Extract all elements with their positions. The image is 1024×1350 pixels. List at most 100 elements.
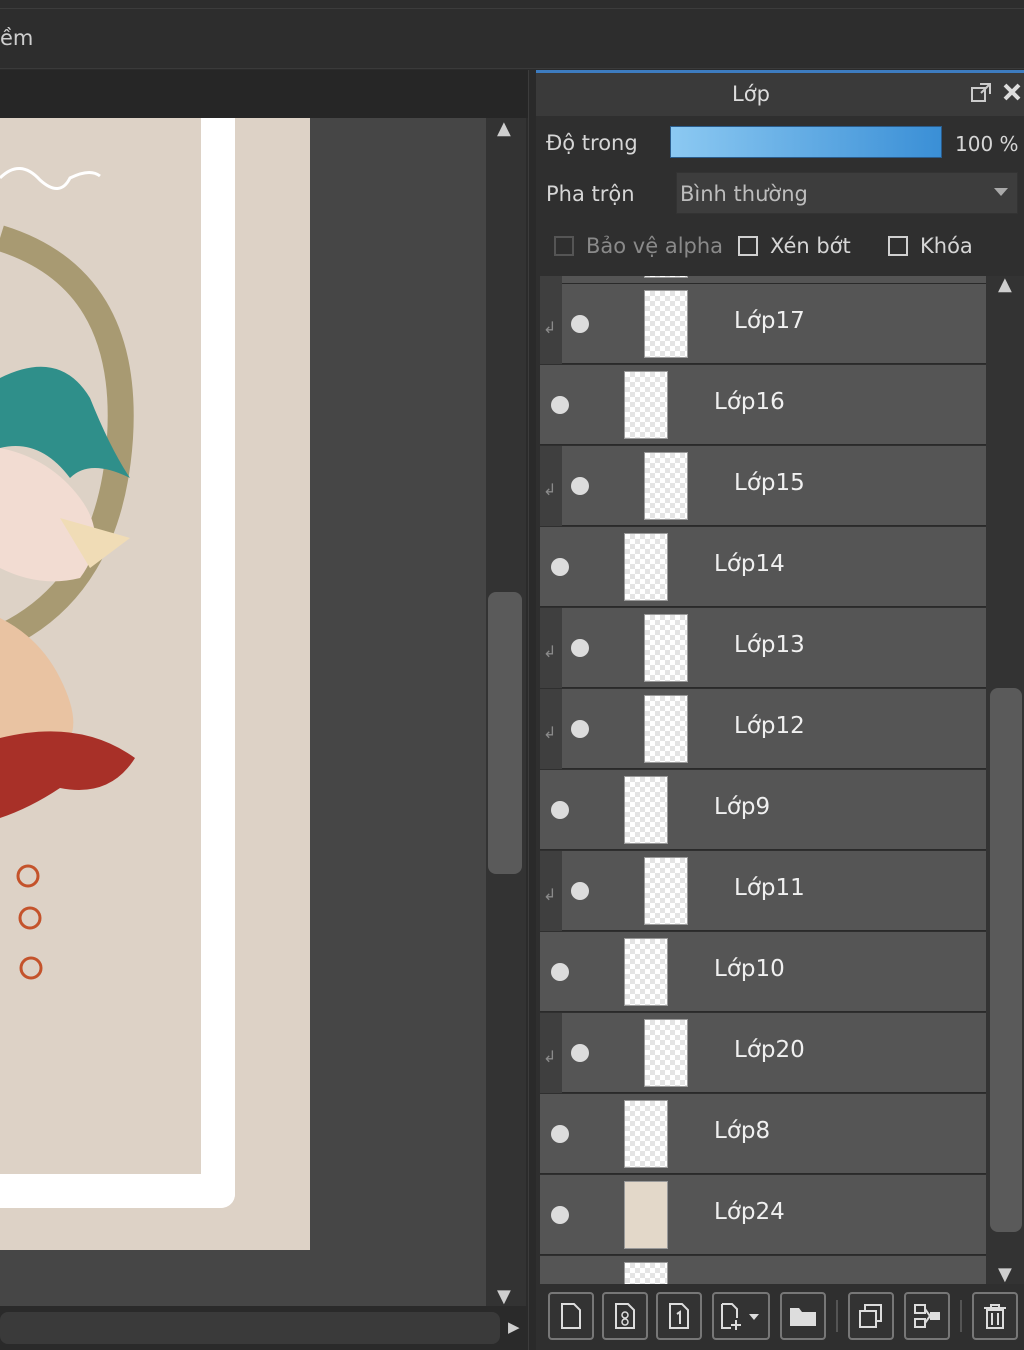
layer-row[interactable]: ↲ Lớp15 xyxy=(540,446,986,526)
layer-name: Lớp12 xyxy=(734,713,805,739)
trash-icon xyxy=(984,1304,1006,1329)
opacity-label: Độ trong xyxy=(546,131,638,155)
layer-row[interactable]: Lớp8 xyxy=(540,1094,986,1174)
eight-bit-layer-icon xyxy=(615,1303,635,1329)
clipping-arrow-icon: ↲ xyxy=(543,642,557,661)
add-layer-icon xyxy=(721,1303,759,1330)
layer-thumbnail xyxy=(624,533,668,601)
toolbar-separator xyxy=(960,1300,962,1332)
layer-thumbnail xyxy=(644,290,688,358)
blend-mode-label: Pha trộn xyxy=(546,182,635,206)
new-folder-button[interactable] xyxy=(780,1292,826,1340)
layer-panel-title: Lớp xyxy=(732,82,770,106)
merge-down-button[interactable] xyxy=(904,1292,950,1340)
toolbar-separator xyxy=(836,1300,838,1332)
layer-name: Lớp11 xyxy=(734,875,805,901)
one-bit-layer-icon xyxy=(669,1303,689,1329)
layer-row[interactable]: ↲ Lớp12 xyxy=(540,689,986,769)
document-tab-bar xyxy=(0,70,528,118)
folder-icon xyxy=(790,1308,816,1326)
delete-layer-button[interactable] xyxy=(972,1292,1018,1340)
scroll-right-arrow-icon[interactable]: ▶ xyxy=(508,1318,520,1336)
new-8bit-layer-button[interactable] xyxy=(602,1292,648,1340)
visibility-eye-icon[interactable] xyxy=(551,558,569,576)
clipping-arrow-icon: ↲ xyxy=(543,318,557,337)
new-1bit-layer-button[interactable] xyxy=(656,1292,702,1340)
layer-thumbnail xyxy=(624,371,668,439)
add-layer-dropdown-button[interactable] xyxy=(712,1292,770,1340)
clipping-arrow-icon: ↲ xyxy=(543,480,557,499)
scroll-up-arrow-icon[interactable]: ▲ xyxy=(998,274,1012,295)
close-icon[interactable] xyxy=(1002,82,1022,102)
scroll-up-arrow-icon[interactable]: ▲ xyxy=(497,118,511,139)
opacity-slider[interactable] xyxy=(670,126,942,158)
visibility-eye-icon[interactable] xyxy=(551,1206,569,1224)
layer-thumbnail xyxy=(644,1019,688,1087)
opacity-value: 100 % xyxy=(955,132,1019,156)
layer-row[interactable]: Lớp9 xyxy=(540,770,986,850)
protect-alpha-label: Bảo vệ alpha xyxy=(586,234,724,258)
layer-thumbnail xyxy=(644,452,688,520)
layer-row[interactable]: Lớp16 xyxy=(540,365,986,445)
layer-thumbnail xyxy=(644,614,688,682)
layer-row-partial[interactable] xyxy=(540,1256,986,1284)
scroll-down-arrow-icon[interactable]: ▼ xyxy=(497,1286,511,1307)
lock-checkbox[interactable] xyxy=(888,236,908,256)
clipping-arrow-icon: ↲ xyxy=(543,885,557,904)
layer-row[interactable]: ↲ Lớp11 xyxy=(540,851,986,931)
clipping-arrow-icon: ↲ xyxy=(543,1047,557,1066)
clipping-checkbox[interactable] xyxy=(738,236,758,256)
visibility-eye-icon[interactable] xyxy=(571,882,589,900)
layer-name: Lớp14 xyxy=(714,551,785,577)
menu-item-partial[interactable]: ềm xyxy=(0,26,33,50)
duplicate-layer-button[interactable] xyxy=(848,1292,894,1340)
layer-list-scroll-thumb[interactable] xyxy=(990,688,1022,1232)
visibility-eye-icon[interactable] xyxy=(551,801,569,819)
layer-name: Lớp9 xyxy=(714,794,771,820)
layer-name: Lớp13 xyxy=(734,632,805,658)
layer-thumbnail xyxy=(624,1100,668,1168)
protect-alpha-checkbox[interactable] xyxy=(554,236,574,256)
new-layer-button[interactable] xyxy=(548,1292,594,1340)
visibility-eye-icon[interactable] xyxy=(571,639,589,657)
scroll-down-arrow-icon[interactable]: ▼ xyxy=(998,1264,1012,1285)
layer-list: ↲ Lớp17 Lớp16 ↲ Lớp15 Lớp14 ↲ Lớp13 ↲ Lớ… xyxy=(540,276,986,1284)
visibility-eye-icon[interactable] xyxy=(571,1044,589,1062)
visibility-eye-icon[interactable] xyxy=(551,396,569,414)
menu-bar xyxy=(0,0,1024,69)
layer-row[interactable]: ↲ Lớp13 xyxy=(540,608,986,688)
layer-row[interactable]: ↲ Lớp20 xyxy=(540,1013,986,1093)
layer-thumbnail xyxy=(624,776,668,844)
canvas-vertical-scroll-thumb[interactable] xyxy=(488,592,522,874)
layer-thumbnail xyxy=(644,857,688,925)
visibility-eye-icon[interactable] xyxy=(571,315,589,333)
visibility-eye-icon[interactable] xyxy=(551,1125,569,1143)
layer-name: Lớp16 xyxy=(714,389,785,415)
layer-name: Lớp15 xyxy=(734,470,805,496)
layer-row[interactable]: Lớp14 xyxy=(540,527,986,607)
new-page-icon xyxy=(561,1303,581,1329)
layer-row[interactable]: ↲ Lớp17 xyxy=(540,284,986,364)
blend-mode-value: Bình thường xyxy=(680,182,808,206)
chevron-down-icon[interactable] xyxy=(994,188,1008,198)
layer-row-partial[interactable] xyxy=(540,276,986,284)
layer-name: Lớp24 xyxy=(714,1199,785,1225)
lock-label: Khóa xyxy=(920,234,973,258)
artwork-illustration xyxy=(0,167,135,980)
visibility-eye-icon[interactable] xyxy=(571,477,589,495)
visibility-eye-icon[interactable] xyxy=(571,720,589,738)
detach-panel-icon[interactable] xyxy=(970,82,992,104)
layer-thumbnail xyxy=(644,276,688,278)
canvas-horizontal-scroll-thumb[interactable] xyxy=(0,1312,500,1344)
layer-thumbnail xyxy=(624,938,668,1006)
layer-row[interactable]: Lớp24 xyxy=(540,1175,986,1255)
layer-thumbnail xyxy=(624,1262,668,1284)
layer-name: Lớp8 xyxy=(714,1118,771,1144)
clipping-label: Xén bớt xyxy=(770,234,851,258)
layer-thumbnail xyxy=(624,1181,668,1249)
duplicate-icon xyxy=(859,1304,882,1328)
layer-name: Lớp20 xyxy=(734,1037,805,1063)
visibility-eye-icon[interactable] xyxy=(551,963,569,981)
layer-name: Lớp17 xyxy=(734,308,805,334)
layer-row[interactable]: Lớp10 xyxy=(540,932,986,1012)
